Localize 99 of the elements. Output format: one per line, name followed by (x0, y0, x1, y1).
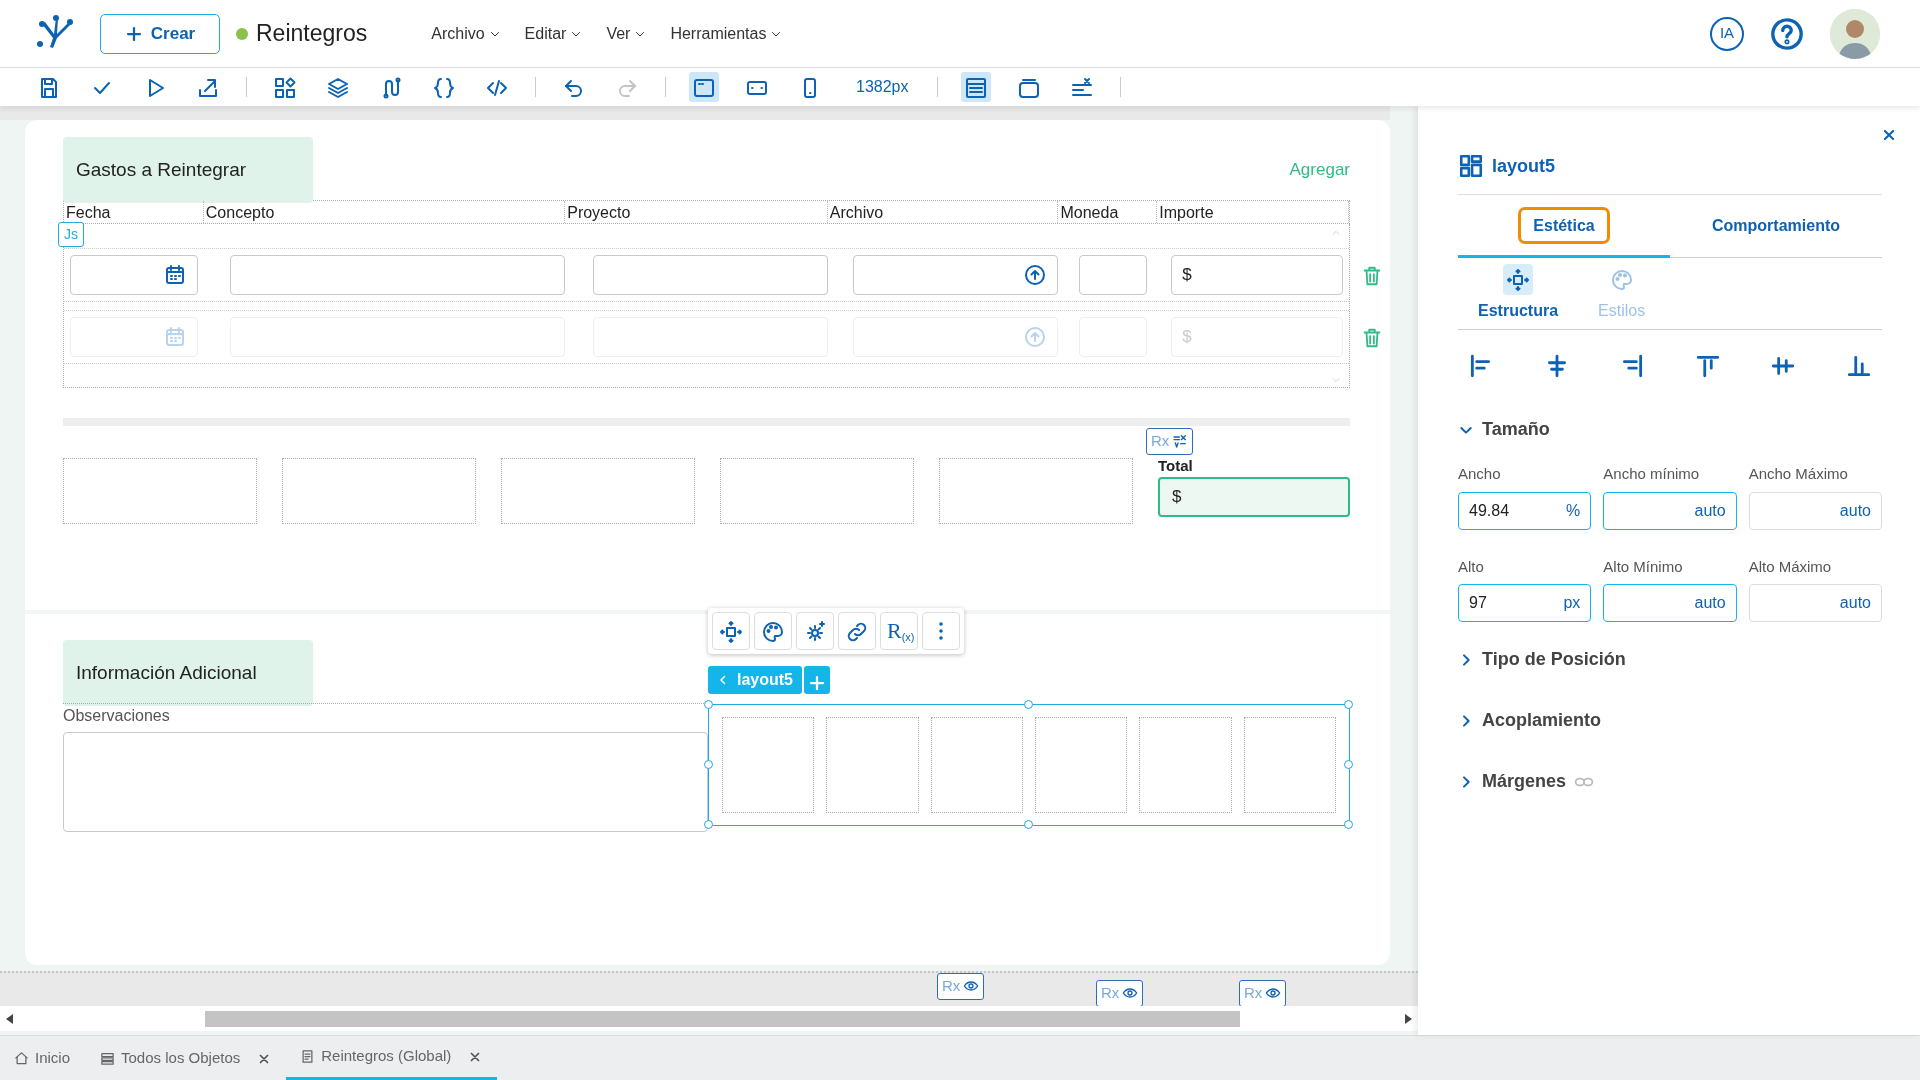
tab[interactable]: Comportamiento (1670, 195, 1882, 257)
palette-icon (761, 619, 785, 644)
file-field[interactable] (852, 255, 1059, 295)
currency-field[interactable] (1079, 255, 1148, 295)
size-field[interactable]: 49.84 % (1458, 491, 1592, 530)
resize-handle[interactable] (1344, 760, 1353, 769)
total-field[interactable]: $ (1158, 477, 1350, 517)
field-label: Alto Máximo (1748, 556, 1833, 577)
section-title: Información Adicional (63, 640, 313, 706)
upload-icon (1023, 263, 1048, 287)
close-icon (1882, 127, 1896, 142)
field-label: Ancho mínimo (1603, 464, 1701, 484)
column-header: Proyecto (567, 204, 631, 221)
move-icon (719, 619, 743, 644)
resize-handle[interactable] (1344, 820, 1353, 829)
panel-title: layout5 (1492, 154, 1556, 178)
size-field[interactable]: auto (1748, 584, 1882, 622)
braces-icon (432, 75, 456, 100)
section-header[interactable]: Márgenes (1458, 768, 1595, 795)
column-header: Archivo (829, 204, 884, 221)
project-field[interactable] (593, 255, 828, 295)
more-icon (939, 622, 943, 640)
trash-icon (1361, 264, 1383, 287)
layers-icon (326, 75, 350, 100)
resize-handle[interactable] (704, 760, 713, 769)
home-icon (14, 1051, 29, 1066)
size-field[interactable]: auto (1603, 584, 1737, 622)
close-icon (258, 1052, 271, 1065)
align-icon (1694, 353, 1721, 379)
formula-button[interactable]: R$_{(x)}$ (880, 612, 918, 650)
field-label: Ancho Máximo (1748, 464, 1849, 484)
style-button[interactable] (754, 612, 792, 650)
notes-field[interactable] (63, 732, 708, 832)
help-button[interactable] (1770, 16, 1804, 51)
scroll-right-icon[interactable] (1404, 1014, 1412, 1024)
date-field[interactable] (70, 255, 198, 295)
menu-item[interactable]: Editar (524, 21, 583, 46)
align-button[interactable] (1694, 353, 1721, 379)
menu-item[interactable]: Herramientas (670, 21, 783, 46)
tab[interactable]: Estética (1458, 195, 1670, 257)
field-label: Observaciones (63, 706, 171, 726)
create-button[interactable]: Crear (100, 13, 220, 54)
align-button[interactable] (1845, 353, 1872, 379)
page-layout-icon (963, 75, 988, 100)
field-label: Alto (1458, 556, 1485, 577)
resize-handle[interactable] (1024, 820, 1033, 829)
more-button[interactable] (922, 612, 960, 650)
concept-field[interactable] (229, 255, 566, 295)
scroll-left-icon[interactable] (6, 1014, 14, 1024)
move-icon (1506, 267, 1530, 292)
section-header[interactable]: Tamaño (1458, 416, 1550, 443)
subtab[interactable]: Estructura (1468, 258, 1569, 329)
field-label: Alto Mínimo (1603, 556, 1684, 577)
status-dot (236, 27, 248, 40)
column-header: Moneda (1060, 204, 1119, 221)
close-icon (469, 1050, 482, 1063)
components-icon (273, 75, 297, 100)
formula-icon (1172, 433, 1189, 450)
menu-item[interactable]: Ver (606, 21, 647, 46)
size-field[interactable]: auto (1748, 491, 1882, 530)
app-title: Reintegros (256, 19, 368, 49)
help-icon (1770, 16, 1804, 51)
field-label: Ancho (1458, 464, 1502, 484)
trash-icon (1361, 326, 1383, 349)
resize-handle[interactable] (1344, 700, 1353, 709)
link-button[interactable] (838, 612, 876, 650)
move-button[interactable] (712, 612, 750, 650)
tab[interactable]: Reintegros (Global) (286, 1036, 498, 1080)
resize-handle[interactable] (704, 700, 713, 709)
resize-handle[interactable] (1024, 700, 1033, 709)
menu-item[interactable]: Archivo (431, 21, 501, 46)
section-header[interactable]: Acoplamiento (1458, 707, 1601, 734)
column-header: Fecha (66, 204, 111, 221)
tab[interactable]: Todos los Objetos (86, 1036, 287, 1080)
horizontal-scrollbar[interactable] (0, 1006, 1418, 1031)
plus-icon (808, 673, 826, 692)
desktop-view-button[interactable] (689, 72, 719, 102)
size-field[interactable]: 97 px (1458, 584, 1592, 622)
amount-field[interactable]: $ (1171, 255, 1343, 295)
align-icon (1845, 353, 1872, 379)
form-icon (300, 1049, 316, 1064)
plus-icon (124, 24, 143, 43)
list-icon (100, 1051, 116, 1066)
ai-button[interactable]: IA (1710, 16, 1744, 51)
total-label: Total (1158, 458, 1194, 473)
resize-handle[interactable] (704, 820, 713, 829)
page-layout-button[interactable] (960, 72, 991, 102)
avatar[interactable] (1830, 8, 1880, 59)
column-header: Concepto (205, 204, 275, 221)
upload-icon (1023, 325, 1048, 349)
palette-icon (1609, 267, 1634, 292)
section-title: Gastos a Reintegrar (63, 137, 313, 203)
settings-button[interactable] (796, 612, 834, 650)
section-header[interactable]: Tipo de Posición (1458, 646, 1626, 673)
layout-icon (1458, 153, 1484, 179)
column-header: Importe (1159, 204, 1214, 221)
tab[interactable]: Inicio (0, 1036, 87, 1080)
size-field[interactable]: auto (1603, 491, 1737, 530)
width-reading: 1382px (856, 77, 909, 97)
